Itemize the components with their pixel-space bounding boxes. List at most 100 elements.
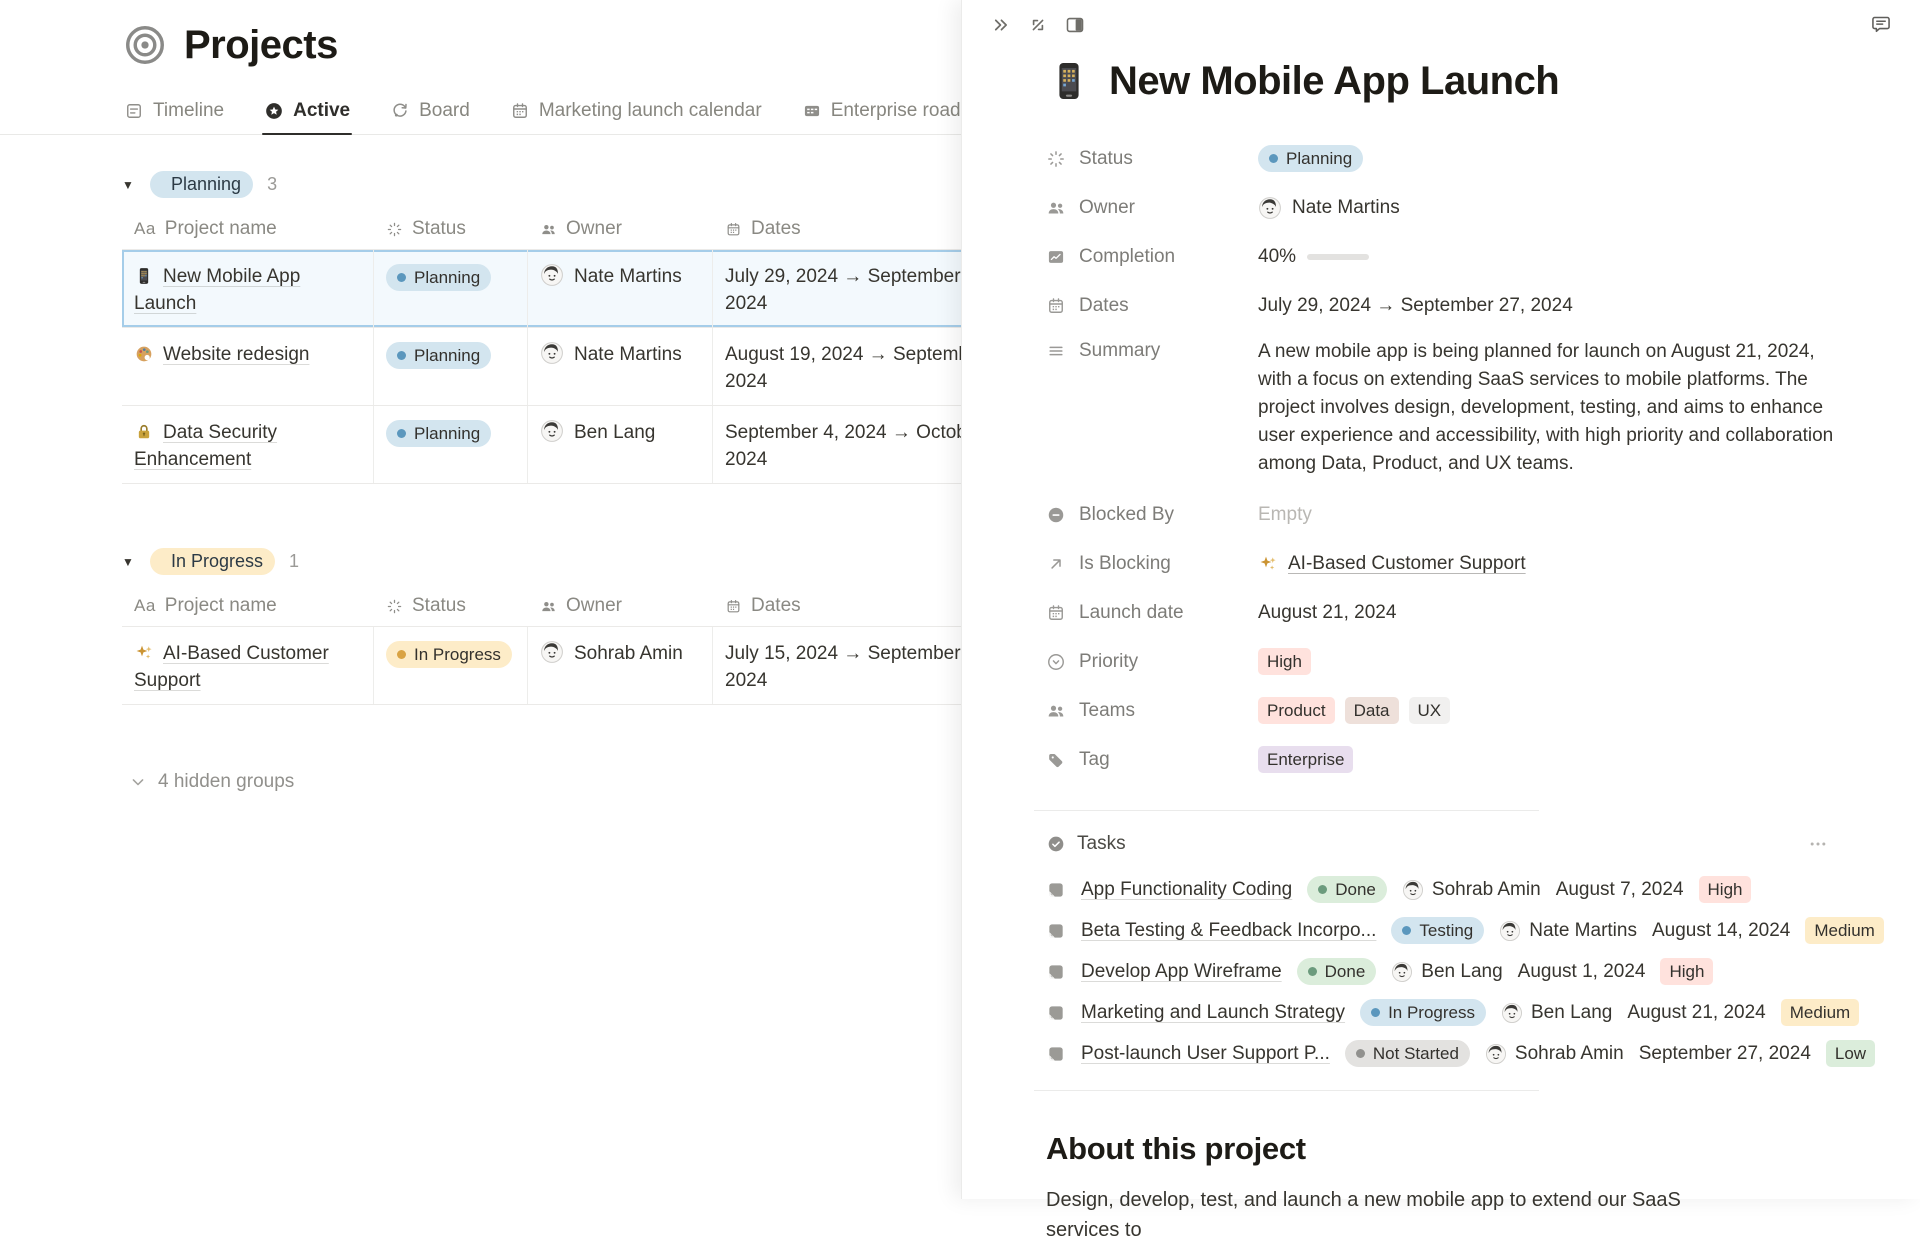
group-pill-in-progress[interactable]: In Progress	[150, 548, 275, 575]
about-body[interactable]: Design, develop, test, and launch a new …	[1046, 1185, 1746, 1245]
task-priority-pill[interactable]: High	[1660, 958, 1713, 985]
property-value: AI-Based Customer Support	[1258, 553, 1526, 575]
property-value[interactable]: High	[1258, 648, 1311, 675]
owner-cell[interactable]: Sohrab Amin	[528, 627, 713, 704]
expand-diagonal-icon[interactable]	[1027, 14, 1049, 36]
owner-cell[interactable]: Nate Martins	[528, 250, 713, 327]
project-name-cell[interactable]: AI-Based Customer Support	[122, 627, 374, 704]
property-label[interactable]: Summary	[1046, 338, 1258, 362]
column-header-owner[interactable]: Owner	[528, 210, 713, 249]
completion-value[interactable]: 40%	[1258, 246, 1369, 268]
property-value[interactable]: July 29, 2024 → September 27, 2024	[1258, 295, 1573, 317]
cycle-icon	[390, 101, 410, 121]
arrow-ne-icon	[1046, 554, 1066, 574]
team-pill[interactable]: Data	[1345, 697, 1399, 724]
property-value[interactable]: A new mobile app is being planned for la…	[1258, 338, 1843, 478]
status-dot	[397, 429, 406, 438]
project-name-cell[interactable]: Data Security Enhancement	[122, 406, 374, 483]
task-row[interactable]: App Functionality Coding Done Sohrab Ami…	[1046, 869, 1890, 910]
side-peek-icon[interactable]	[1064, 14, 1086, 36]
task-row[interactable]: Beta Testing & Feedback Incorpo... Testi…	[1046, 910, 1890, 951]
task-owner: Ben Lang	[1391, 961, 1502, 983]
status-cell[interactable]: In Progress	[374, 627, 528, 704]
project-detail-panel: New Mobile App Launch Status Planning Ow…	[961, 0, 1920, 1199]
more-dots-icon[interactable]	[1808, 834, 1828, 854]
property-label[interactable]: Blocked By	[1046, 504, 1258, 526]
panel-title[interactable]: New Mobile App Launch	[1109, 59, 1559, 104]
status-dot	[1269, 154, 1278, 163]
group-pill-planning[interactable]: Planning	[150, 171, 253, 198]
tag-pill[interactable]: Enterprise	[1258, 746, 1353, 773]
property-row-summary: Summary A new mobile app is being planne…	[1046, 330, 1890, 478]
property-label[interactable]: Teams	[1046, 700, 1258, 722]
property-row-teams: Teams Product Data UX	[1046, 686, 1890, 735]
column-header-status[interactable]: Status	[374, 587, 528, 626]
task-owner: Ben Lang	[1501, 1002, 1612, 1024]
task-row[interactable]: Marketing and Launch Strategy In Progres…	[1046, 992, 1890, 1033]
property-label[interactable]: Priority	[1046, 651, 1258, 673]
group-toggle-icon[interactable]: ▼	[122, 178, 136, 192]
tab-board[interactable]: Board	[388, 94, 472, 134]
property-label[interactable]: Is Blocking	[1046, 553, 1258, 575]
owner-cell[interactable]: Ben Lang	[528, 406, 713, 483]
property-value[interactable]: Product Data UX	[1258, 697, 1450, 724]
property-value[interactable]: Nate Martins	[1258, 196, 1400, 220]
task-row[interactable]: Develop App Wireframe Done Ben Lang Augu…	[1046, 951, 1890, 992]
tasks-title[interactable]: Tasks	[1046, 833, 1126, 855]
task-priority-pill[interactable]: Low	[1826, 1040, 1875, 1067]
bullseye-icon	[122, 22, 168, 68]
property-value[interactable]: August 21, 2024	[1258, 602, 1396, 624]
team-pill[interactable]: UX	[1409, 697, 1451, 724]
tab-active[interactable]: Active	[262, 94, 352, 134]
column-header-status[interactable]: Status	[374, 210, 528, 249]
column-header-project-name[interactable]: Aa Project name	[122, 210, 374, 249]
status-cell[interactable]: Planning	[374, 406, 528, 483]
property-label[interactable]: Status	[1046, 148, 1258, 170]
property-value-empty[interactable]: Empty	[1258, 504, 1312, 526]
property-value[interactable]: Enterprise	[1258, 746, 1353, 773]
panel-title-row: New Mobile App Launch	[1046, 58, 1890, 104]
blocked-circle-icon	[1046, 505, 1066, 525]
team-pill[interactable]: Product	[1258, 697, 1335, 724]
property-value[interactable]: Planning	[1258, 145, 1363, 172]
task-priority-pill[interactable]: Medium	[1805, 917, 1883, 944]
table-row[interactable]: New Mobile App Launch Planning Nate Mart…	[122, 250, 1023, 328]
table-row[interactable]: Website redesign Planning Nate Martins A…	[122, 328, 1023, 406]
collapse-double-chevron-icon[interactable]	[990, 14, 1012, 36]
task-priority-pill[interactable]: Medium	[1781, 999, 1859, 1026]
property-row-blocked-by: Blocked By Empty	[1046, 490, 1890, 539]
column-header-project-name[interactable]: Aa Project name	[122, 587, 374, 626]
status-dot	[397, 273, 406, 282]
blocking-project-link[interactable]: AI-Based Customer Support	[1288, 553, 1526, 575]
section-divider	[1034, 810, 1539, 811]
in-progress-table: Aa Project name Status Owner Dates AI-Ba…	[122, 587, 1023, 705]
task-owner: Sohrab Amin	[1402, 879, 1541, 901]
status-cell[interactable]: Planning	[374, 328, 528, 405]
status-cell[interactable]: Planning	[374, 250, 528, 327]
task-priority-pill[interactable]: High	[1699, 876, 1752, 903]
property-label[interactable]: Completion	[1046, 246, 1258, 268]
property-label[interactable]: Owner	[1046, 197, 1258, 219]
calendar-icon	[725, 598, 742, 615]
table-row[interactable]: Data Security Enhancement Planning Ben L…	[122, 406, 1023, 484]
property-label[interactable]: Tag	[1046, 749, 1258, 771]
table-row[interactable]: AI-Based Customer Support In Progress So…	[122, 627, 1023, 705]
project-name-cell[interactable]: Website redesign	[122, 328, 374, 405]
people-icon	[1046, 701, 1066, 721]
property-row-status: Status Planning	[1046, 134, 1890, 183]
column-header-owner[interactable]: Owner	[528, 587, 713, 626]
avatar	[1501, 1002, 1523, 1024]
property-row-owner: Owner Nate Martins	[1046, 183, 1890, 232]
project-name-cell[interactable]: New Mobile App Launch	[122, 250, 374, 327]
property-label[interactable]: Dates	[1046, 295, 1258, 317]
priority-pill[interactable]: High	[1258, 648, 1311, 675]
table-header-row: Aa Project name Status Owner Dates	[122, 210, 1023, 249]
property-label[interactable]: Launch date	[1046, 602, 1258, 624]
comment-icon[interactable]	[1870, 13, 1892, 35]
task-row[interactable]: Post-launch User Support P... Not Starte…	[1046, 1033, 1890, 1074]
doc-lines-icon	[124, 101, 144, 121]
owner-cell[interactable]: Nate Martins	[528, 328, 713, 405]
group-toggle-icon[interactable]: ▼	[122, 555, 136, 569]
tab-marketing-launch-calendar[interactable]: Marketing launch calendar	[508, 94, 764, 134]
tab-timeline[interactable]: Timeline	[122, 94, 226, 134]
